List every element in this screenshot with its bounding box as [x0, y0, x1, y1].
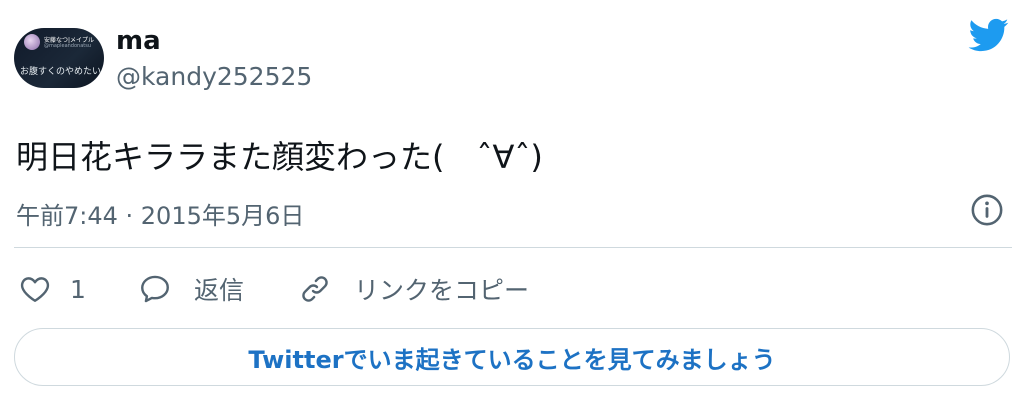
heart-icon [20, 277, 50, 302]
avatar[interactable]: 安藤なつ|メイプル @mapleandonatsu お腹すくのやめたい [14, 28, 104, 88]
info-icon[interactable] [970, 193, 1004, 227]
twitter-bird-icon[interactable] [964, 14, 1012, 56]
see-whats-happening-button[interactable]: Twitterでいま起きていることを見てみましょう [14, 328, 1010, 386]
reply-label: 返信 [194, 276, 245, 305]
reply-bubble-icon [141, 275, 169, 303]
author-handle[interactable]: @kandy252525 [116, 62, 312, 91]
reply-button[interactable]: 返信 [138, 271, 244, 307]
embedded-tweet-card: 安藤なつ|メイプル @mapleandonatsu お腹すくのやめたい ma @… [0, 0, 1024, 412]
avatar-bio: お腹すくのやめたい [20, 67, 102, 77]
copy-link-label: リンクをコピー [354, 276, 530, 305]
like-count: 1 [70, 274, 86, 304]
avatar-handle: @mapleandonatsu [44, 43, 92, 49]
tweet-text: 明日花キララまた顔変わった( ˆ∀ˆ) [16, 138, 543, 176]
link-icon [302, 276, 328, 302]
copy-link-button[interactable]: リンクをコピー [298, 271, 529, 307]
divider [14, 247, 1012, 248]
tweet-timestamp[interactable]: 午前7:44 · 2015年5月6日 [16, 196, 304, 231]
like-button[interactable]: 1 [18, 271, 86, 307]
author-display-name[interactable]: ma [116, 26, 161, 56]
avatar-profile-picture [24, 34, 40, 50]
